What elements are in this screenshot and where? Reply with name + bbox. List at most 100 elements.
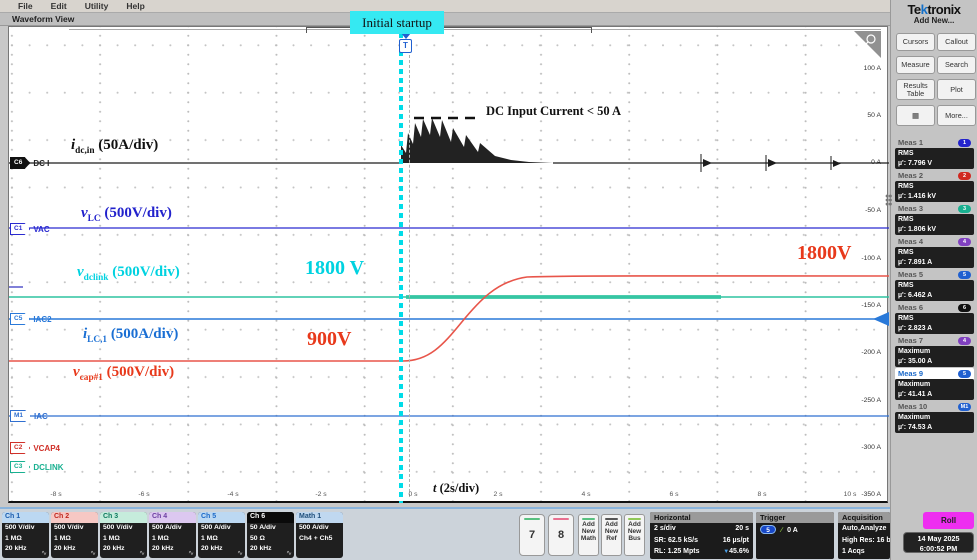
channel-badge-math1[interactable]: Math 1 500 A/div Ch4 + Ch5 [296, 512, 343, 558]
trigger-source-badge: 5 [760, 525, 776, 534]
trigger-slope-icon: ∕ [781, 525, 782, 537]
add-new-ref-button[interactable]: Add New Ref [601, 514, 622, 556]
c1-badge: C1 [10, 223, 30, 235]
meas-item[interactable]: Meas 55 RMSµ': 6.462 A [895, 269, 974, 301]
more-button[interactable]: More... [937, 105, 976, 126]
bandwidth-icon: ∿ [286, 549, 292, 557]
source-badge: 5 [958, 370, 971, 378]
c2-badge: C2 [10, 442, 30, 454]
view-tab-bar: Waveform View [0, 13, 890, 26]
bandwidth-icon: ∿ [139, 549, 145, 557]
sidebar-drag-handle[interactable]: ●●●●●● [885, 195, 891, 207]
zoom-corner-icon [854, 31, 881, 58]
c6-badge: C6 [10, 157, 30, 169]
x-axis-label: -2 s [315, 491, 326, 498]
meas-item[interactable]: Meas 33 RMSµ': 1.806 kV [895, 203, 974, 235]
y-axis-label: 100 A [841, 65, 881, 72]
menu-help[interactable]: Help [126, 1, 144, 11]
x-axis-label: -6 s [138, 491, 149, 498]
grid-magnifier-icon: ▦ [912, 112, 919, 120]
inrush-current-burst [401, 118, 553, 163]
mask-test-icon-button[interactable]: ▦ [896, 105, 935, 126]
channel-tag-c1[interactable]: C1 VAC [10, 223, 50, 235]
trigger-flag-icon[interactable]: T [399, 39, 412, 53]
annotation-900v[interactable]: 900V [307, 328, 351, 351]
cursors-button[interactable]: Cursors [896, 33, 935, 51]
c5-badge: C5 [10, 313, 30, 325]
m1-badge: M1 [10, 410, 31, 422]
label-idc-in[interactable]: idc,in (50A/div) [71, 137, 158, 156]
trigger-position-line [409, 55, 410, 497]
channel-badge-ch6[interactable]: Ch 6 50 A/div 50 Ω 20 kHz ∿ [247, 512, 294, 558]
meas-item[interactable]: Meas 44 RMSµ': 7.891 A [895, 236, 974, 268]
callout-button[interactable]: Callout [937, 33, 976, 51]
meas-item[interactable]: Meas 10M1 Maximumµ': 74.53 A [895, 401, 974, 433]
channel-badge-ch3[interactable]: Ch 3 500 V/div 1 MΩ 20 kHz ∿ [100, 512, 147, 558]
source-badge: 4 [958, 238, 971, 246]
annotation-time-scale[interactable]: t (2s/div) [433, 481, 479, 496]
source-badge: 5 [958, 271, 971, 279]
source-badge: 3 [958, 205, 971, 213]
tektronix-logo: Tektronix [891, 2, 977, 17]
annotation-1800v-red[interactable]: 1800V [797, 242, 851, 265]
x-axis-label: 4 s [581, 491, 590, 498]
bandwidth-icon: ∿ [90, 549, 96, 557]
bottom-settings-strip: Ch 1 500 V/div 1 MΩ 20 kHz ∿ Ch 2 500 V/… [0, 507, 890, 560]
y-axis-label: 50 A [841, 112, 881, 119]
search-button[interactable]: Search [937, 56, 976, 74]
source-badge: 6 [958, 304, 971, 312]
annotation-dc-current[interactable]: DC Input Current < 50 A [486, 104, 621, 119]
startup-callout[interactable]: Initial startup [350, 11, 444, 34]
tab-waveform-view[interactable]: Waveform View [12, 14, 74, 24]
x-axis-label: 6 s [669, 491, 678, 498]
meas-item[interactable]: Meas 66 RMSµ': 2.823 A [895, 302, 974, 334]
channel-tag-c5[interactable]: C5 IAC2 [10, 313, 52, 325]
roll-mode-button[interactable]: Roll [923, 512, 974, 529]
label-vcap1[interactable]: vcap#1 (500V/div) [73, 364, 174, 383]
y-axis-label: -250 A [841, 397, 881, 404]
channel-badge-ch2[interactable]: Ch 2 500 V/div 1 MΩ 20 kHz ∿ [51, 512, 98, 558]
meas-item[interactable]: Meas 11 RMSµ': 7.796 V [895, 137, 974, 169]
label-ilc1[interactable]: iLC,1 (500A/div) [83, 326, 178, 345]
menu-edit[interactable]: Edit [51, 1, 67, 11]
scope-button-8[interactable]: 8 [548, 514, 574, 556]
add-new-math-button[interactable]: Add New Math [578, 514, 599, 556]
bandwidth-icon: ∿ [188, 549, 194, 557]
results-table-button[interactable]: Results Table [896, 79, 935, 100]
channel-badge-ch1[interactable]: Ch 1 500 V/div 1 MΩ 20 kHz ∿ [2, 512, 49, 558]
right-sidebar: Tektronix Add New... Cursors Callout Mea… [890, 0, 977, 560]
waveform-plot[interactable]: T 100 A 50 A 0 A -50 A -100 A -150 A -20… [8, 26, 888, 503]
channel-tag-c2[interactable]: C2 VCAP4 [10, 442, 60, 454]
acquisition-panel[interactable]: Acquisition Auto,Analyze High Res: 16 bi… [838, 512, 890, 559]
x-axis-label: 10 s [844, 491, 857, 498]
scope-button-7[interactable]: 7 [519, 514, 545, 556]
channel-tag-c6[interactable]: C6 DC I [10, 157, 49, 169]
trigger-panel[interactable]: Trigger 5 ∕ 0 A [756, 512, 834, 559]
add-new-bus-button[interactable]: Add New Bus [624, 514, 645, 556]
label-vdclink[interactable]: vdclink (500V/div) [77, 264, 180, 283]
datetime-badge: 14 May 20256:00:52 PM [903, 532, 974, 553]
label-vlc[interactable]: vLC (500V/div) [81, 205, 172, 224]
meas-item-selected[interactable]: Meas 95 Maximumµ': 41.41 A [895, 368, 974, 400]
bandwidth-icon: ∿ [41, 549, 47, 557]
meas-item[interactable]: Meas 74 Maximumµ': 35.00 A [895, 335, 974, 367]
channel-badge-ch5[interactable]: Ch 5 500 A/div 1 MΩ 20 kHz ∿ [198, 512, 245, 558]
y-axis-label: -200 A [841, 349, 881, 356]
measure-button[interactable]: Measure [896, 56, 935, 74]
menu-file[interactable]: File [18, 1, 33, 11]
horizontal-panel[interactable]: Horizontal 2 s/div20 s SR: 62.5 kS/s16 µ… [650, 512, 753, 559]
add-new-label: Add New... [891, 16, 977, 25]
x-axis-label: -4 s [227, 491, 238, 498]
channel-badge-ch4[interactable]: Ch 4 500 A/div 1 MΩ 20 kHz ∿ [149, 512, 196, 558]
channel-tag-m1[interactable]: M1 IAC [10, 410, 48, 422]
source-badge: 4 [958, 337, 971, 345]
bandwidth-icon: ∿ [237, 549, 243, 557]
channel-tag-c3[interactable]: C3 DCLINK [10, 461, 64, 473]
annotation-1800v-cyan[interactable]: 1800 V [305, 257, 364, 280]
menu-utility[interactable]: Utility [85, 1, 109, 11]
x-axis-label: 8 s [757, 491, 766, 498]
y-axis-label: -300 A [841, 444, 881, 451]
startup-cursor-line[interactable] [399, 33, 403, 503]
meas-item[interactable]: Meas 22 RMSµ': 1.416 kV [895, 170, 974, 202]
plot-button[interactable]: Plot [937, 79, 976, 100]
